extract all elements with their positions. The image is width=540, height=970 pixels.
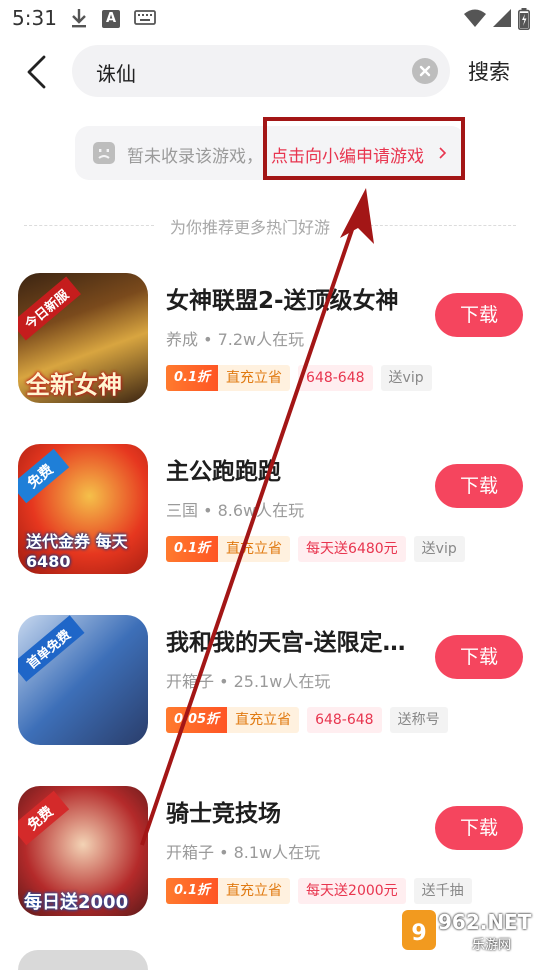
- back-button[interactable]: [20, 52, 52, 92]
- download-icon: [72, 9, 86, 28]
- game-name[interactable]: 主公跑跑跑: [166, 452, 281, 486]
- annotation-highlight-box: [263, 117, 465, 180]
- discount-value: 0.1折: [166, 878, 219, 904]
- game-icon[interactable]: 首单免费: [18, 615, 148, 745]
- discount-label: 直充立省: [218, 878, 291, 904]
- partial-game-icon[interactable]: [18, 950, 148, 970]
- recommend-heading: 为你推荐更多热门好游: [170, 218, 331, 237]
- signal-icon: [493, 9, 511, 27]
- discount-tag: 0.05折 直充立省: [166, 707, 300, 733]
- tag-row: 0.1折 直充立省 每天送2000元 送千抽: [166, 878, 472, 904]
- gift-tag: 送vip: [413, 536, 465, 562]
- discount-value: 0.1折: [166, 365, 219, 391]
- game-meta: 开箱子 • 25.1w人在玩: [166, 672, 331, 691]
- divider-line-left: [24, 225, 154, 226]
- search-query-text[interactable]: 诛仙: [96, 58, 136, 87]
- download-button[interactable]: 下载: [435, 464, 523, 508]
- search-input[interactable]: 诛仙: [72, 45, 450, 97]
- tag-row: 0.1折 直充立省 每天送6480元 送vip: [166, 536, 465, 562]
- divider-line-right: [370, 225, 516, 226]
- tag-row: 0.1折 直充立省 648-648 送vip: [166, 365, 432, 391]
- chevron-left-icon: [27, 55, 46, 89]
- download-button[interactable]: 下载: [435, 635, 523, 679]
- icon-badge-top: 今日新服: [18, 276, 81, 341]
- status-bar: 5:31 A: [0, 0, 540, 36]
- not-found-text: 暂未收录该游戏，: [127, 147, 263, 167]
- game-name[interactable]: 我和我的天宫-送限定…: [166, 623, 406, 657]
- game-name[interactable]: 骑士竞技场: [166, 794, 281, 828]
- watermark-main-text: 962.NET: [438, 910, 532, 934]
- discount-label: 直充立省: [227, 707, 300, 733]
- game-meta: 开箱子 • 8.1w人在玩: [166, 843, 321, 862]
- discount-label: 直充立省: [218, 536, 291, 562]
- discount-tag: 0.1折 直充立省: [166, 536, 291, 562]
- icon-badge-top: 免费: [18, 790, 70, 846]
- discount-tag: 0.1折 直充立省: [166, 878, 291, 904]
- battery-icon: [518, 8, 530, 30]
- close-icon: [419, 65, 431, 77]
- sad-face-icon: [93, 142, 115, 164]
- game-list-item[interactable]: 首单免费 我和我的天宫-送限定… 开箱子 • 25.1w人在玩 0.05折 直充…: [0, 615, 540, 755]
- gift-tag: 送千抽: [413, 878, 472, 904]
- icon-badge-bottom: 每日送2000: [24, 892, 129, 913]
- status-time: 5:31: [12, 6, 57, 30]
- discount-value: 0.1折: [166, 536, 219, 562]
- game-list-item[interactable]: 免费 送代金券 每天6480 主公跑跑跑 三国 • 8.6w人在玩 0.1折 直…: [0, 444, 540, 584]
- icon-badge-top: 首单免费: [18, 615, 85, 682]
- clear-search-button[interactable]: [412, 58, 438, 84]
- game-meta: 三国 • 8.6w人在玩: [166, 501, 305, 520]
- search-button[interactable]: 搜索: [468, 56, 510, 86]
- tag-row: 0.05折 直充立省 648-648 送称号: [166, 707, 448, 733]
- icon-badge-bottom: 送代金券 每天6480: [26, 532, 128, 571]
- icon-badge-top: 免费: [18, 448, 70, 504]
- promo-tag: 每天送2000元: [298, 878, 406, 904]
- promo-tag: 648-648: [307, 707, 382, 733]
- watermark-sub-text: 乐游网: [472, 938, 512, 953]
- gift-tag: 送称号: [389, 707, 448, 733]
- download-button[interactable]: 下载: [435, 293, 523, 337]
- discount-value: 0.05折: [166, 707, 228, 733]
- game-meta: 养成 • 7.2w人在玩: [166, 330, 305, 349]
- svg-text:9: 9: [411, 921, 426, 946]
- icon-badge-bottom: 全新女神: [26, 371, 122, 399]
- game-icon[interactable]: 今日新服 全新女神: [18, 273, 148, 403]
- game-icon[interactable]: 免费 送代金券 每天6480: [18, 444, 148, 574]
- game-name[interactable]: 女神联盟2-送顶级女神: [166, 281, 399, 315]
- discount-tag: 0.1折 直充立省: [166, 365, 291, 391]
- keyboard-icon: [134, 10, 156, 25]
- game-list-item[interactable]: 免费 每日送2000 骑士竞技场 开箱子 • 8.1w人在玩 0.1折 直充立省…: [0, 786, 540, 926]
- gift-tag: 送vip: [380, 365, 432, 391]
- a-app-icon: A: [102, 10, 120, 28]
- discount-label: 直充立省: [218, 365, 291, 391]
- watermark-logo: 9 962.NET 乐游网: [402, 908, 534, 956]
- download-button[interactable]: 下载: [435, 806, 523, 850]
- promo-tag: 648-648: [298, 365, 373, 391]
- game-list-item[interactable]: 今日新服 全新女神 女神联盟2-送顶级女神 养成 • 7.2w人在玩 0.1折 …: [0, 273, 540, 413]
- game-icon[interactable]: 免费 每日送2000: [18, 786, 148, 916]
- wifi-icon: [464, 9, 486, 27]
- promo-tag: 每天送6480元: [298, 536, 406, 562]
